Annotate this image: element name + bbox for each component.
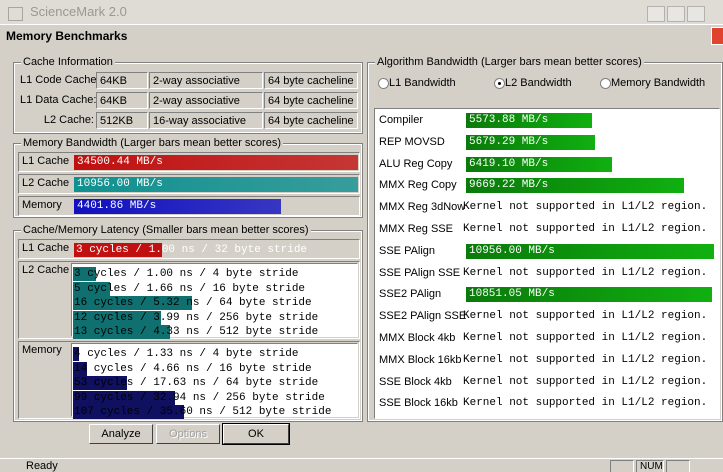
- background-window-titlebar: ScienceMark 2.0: [0, 0, 723, 26]
- latency-value: 107 cycles / 35.60 ns / 512 byte stride: [74, 406, 332, 418]
- app-icon: [8, 7, 23, 21]
- bandwidth-value: 4401.86 MB/s: [77, 200, 157, 212]
- cache-line-field: 64 byte cacheline: [264, 112, 358, 129]
- cache-row-label: L1 Data Cache:: [20, 94, 97, 106]
- analyze-button[interactable]: Analyze: [89, 424, 153, 444]
- latency-l2-label: L2 Cache: [22, 264, 70, 276]
- algorithm-name: SSE2 PAlign SSE: [379, 310, 467, 323]
- latency-l1-label: L1 Cache: [22, 242, 70, 254]
- latency-list: 3 cycles / 1.00 ns / 4 byte stride 5 cycl…: [71, 263, 358, 339]
- algorithm-value: Kernel not supported in L1/L2 region.: [463, 332, 708, 344]
- algorithm-name: SSE PAlign: [379, 244, 436, 257]
- cache-size-field: 512KB: [96, 112, 148, 129]
- status-text: Ready: [26, 460, 58, 472]
- bandwidth-radio-label: L2 Bandwidth: [505, 77, 572, 89]
- cache-row-label: L1 Code Cache:: [20, 74, 100, 86]
- memory-bandwidth-legend: Memory Bandwidth (Larger bars mean bette…: [21, 137, 283, 149]
- bandwidth-row: Memory 4401.86 MB/s: [18, 196, 360, 216]
- bandwidth-radio[interactable]: [494, 78, 505, 89]
- bandwidth-value: 10956.00 MB/s: [77, 178, 163, 190]
- bandwidth-radio-label: L1 Bandwidth: [389, 77, 456, 89]
- latency-value: 12 cycles / 3.99 ns / 256 byte stride: [74, 311, 319, 324]
- latency-value: 4 cycles / 1.33 ns / 4 byte stride: [74, 348, 299, 360]
- bandwidth-radio-label: Memory Bandwidth: [611, 77, 706, 89]
- bandwidth-row-label: Memory: [22, 199, 62, 211]
- latency-l2-group: L2 Cache 3 cycles / 1.00 ns / 4 byte stri…: [18, 261, 360, 339]
- bandwidth-row-label: L1 Cache: [22, 155, 70, 167]
- cache-size-field: 64KB: [96, 92, 148, 109]
- algorithm-value: 10851.05 MB/s: [469, 288, 555, 301]
- algorithm-value: Kernel not supported in L1/L2 region.: [463, 353, 708, 366]
- algorithm-list: Compiler 5573.88 MB/s REP MOVSD 5679.29 MB/…: [374, 108, 720, 419]
- latency-value: 14 cycles / 4.66 ns / 16 byte stride: [74, 362, 312, 375]
- background-window-title: ScienceMark 2.0: [30, 4, 127, 19]
- dialog-titlebar: Memory Benchmarks: [0, 25, 723, 47]
- bandwidth-row: L2 Cache 10956.00 MB/s: [18, 174, 360, 194]
- algorithm-value: 10956.00 MB/s: [469, 244, 555, 257]
- algorithm-value: Kernel not supported in L1/L2 region.: [463, 375, 708, 388]
- dialog-title: Memory Benchmarks: [6, 29, 128, 43]
- algorithm-name: MMX Block 16kb: [379, 353, 462, 366]
- bandwidth-value: 34500.44 MB/s: [77, 156, 163, 168]
- close-icon[interactable]: [687, 6, 705, 22]
- bandwidth-row-label: L2 Cache: [22, 177, 70, 189]
- algorithm-name: Compiler: [379, 114, 424, 126]
- algorithm-value: Kernel not supported in L1/L2 region.: [463, 201, 708, 214]
- cache-assoc-field: 16-way associative: [149, 112, 263, 129]
- status-pane: [666, 460, 690, 472]
- cache-assoc-field: 2-way associative: [149, 72, 263, 89]
- algorithm-name: MMX Reg SSE: [379, 223, 453, 235]
- algorithm-value: 5679.29 MB/s: [469, 135, 549, 148]
- algorithm-name: SSE Block 4kb: [379, 375, 452, 388]
- cache-assoc-field: 2-way associative: [149, 92, 263, 109]
- bandwidth-radio[interactable]: [600, 78, 611, 89]
- status-bar: Ready NUM: [0, 458, 723, 472]
- algorithm-value: 5573.88 MB/s: [469, 114, 549, 126]
- algorithm-name: MMX Reg Copy: [379, 179, 457, 192]
- latency-value: 53 cycles / 17.63 ns / 64 byte stride: [74, 377, 319, 389]
- bandwidth-radio[interactable]: [378, 78, 389, 89]
- algorithm-value: Kernel not supported in L1/L2 region.: [463, 266, 708, 279]
- algorithm-name: REP MOVSD: [379, 135, 445, 148]
- latency-value: 99 cycles / 32.94 ns / 256 byte stride: [74, 391, 325, 404]
- num-indicator: NUM: [636, 460, 664, 472]
- minimize-icon[interactable]: [647, 6, 665, 22]
- latency-l1-row: L1 Cache 3 cycles / 1.00 ns / 32 byte str…: [18, 239, 360, 259]
- algorithm-value: Kernel not supported in L1/L2 region.: [463, 310, 708, 323]
- options-button[interactable]: Options: [156, 424, 220, 444]
- algorithm-name: SSE Block 16kb: [379, 397, 458, 410]
- latency-mem-group: Memory 4 cycles / 1.33 ns / 4 byte stride…: [18, 341, 360, 419]
- latency-value: 3 cycles / 1.00 ns / 4 byte stride: [74, 268, 299, 280]
- latency-mem-label: Memory: [22, 344, 62, 356]
- cache-line-field: 64 byte cacheline: [264, 72, 358, 89]
- algorithm-value: Kernel not supported in L1/L2 region.: [463, 223, 708, 235]
- latency-legend: Cache/Memory Latency (Smaller bars mean …: [21, 224, 311, 236]
- algorithm-value: Kernel not supported in L1/L2 region.: [463, 397, 708, 410]
- latency-value: 3 cycles / 1.00 ns / 32 byte stride: [76, 244, 308, 256]
- latency-list: 4 cycles / 1.33 ns / 4 byte stride 14 cyc…: [71, 343, 358, 419]
- algorithm-value: 6419.10 MB/s: [469, 157, 549, 170]
- algorithm-name: ALU Reg Copy: [379, 157, 453, 170]
- cache-row-label: L2 Cache:: [43, 114, 94, 126]
- algorithm-name: MMX Reg 3dNow: [379, 201, 466, 214]
- status-pane: [610, 460, 634, 472]
- ok-button[interactable]: OK: [222, 423, 290, 445]
- latency-value: 16 cycles / 5.32 ns / 64 byte stride: [74, 297, 312, 309]
- maximize-icon[interactable]: [667, 6, 685, 22]
- algorithm-bandwidth-legend: Algorithm Bandwidth (Larger bars mean be…: [375, 56, 644, 68]
- algorithm-value: 9669.22 MB/s: [469, 179, 549, 192]
- latency-value: 5 cycles / 1.66 ns / 16 byte stride: [74, 282, 306, 295]
- cache-size-field: 64KB: [96, 72, 148, 89]
- cache-info-legend: Cache Information: [21, 56, 115, 68]
- bandwidth-row: L1 Cache 34500.44 MB/s: [18, 152, 360, 172]
- dialog-close-icon[interactable]: [711, 27, 723, 45]
- cache-line-field: 64 byte cacheline: [264, 92, 358, 109]
- algorithm-name: MMX Block 4kb: [379, 332, 456, 344]
- latency-value: 13 cycles / 4.33 ns / 512 byte stride: [74, 326, 319, 338]
- algorithm-name: SSE2 PAlign: [379, 288, 442, 301]
- algorithm-name: SSE PAlign SSE: [379, 266, 461, 279]
